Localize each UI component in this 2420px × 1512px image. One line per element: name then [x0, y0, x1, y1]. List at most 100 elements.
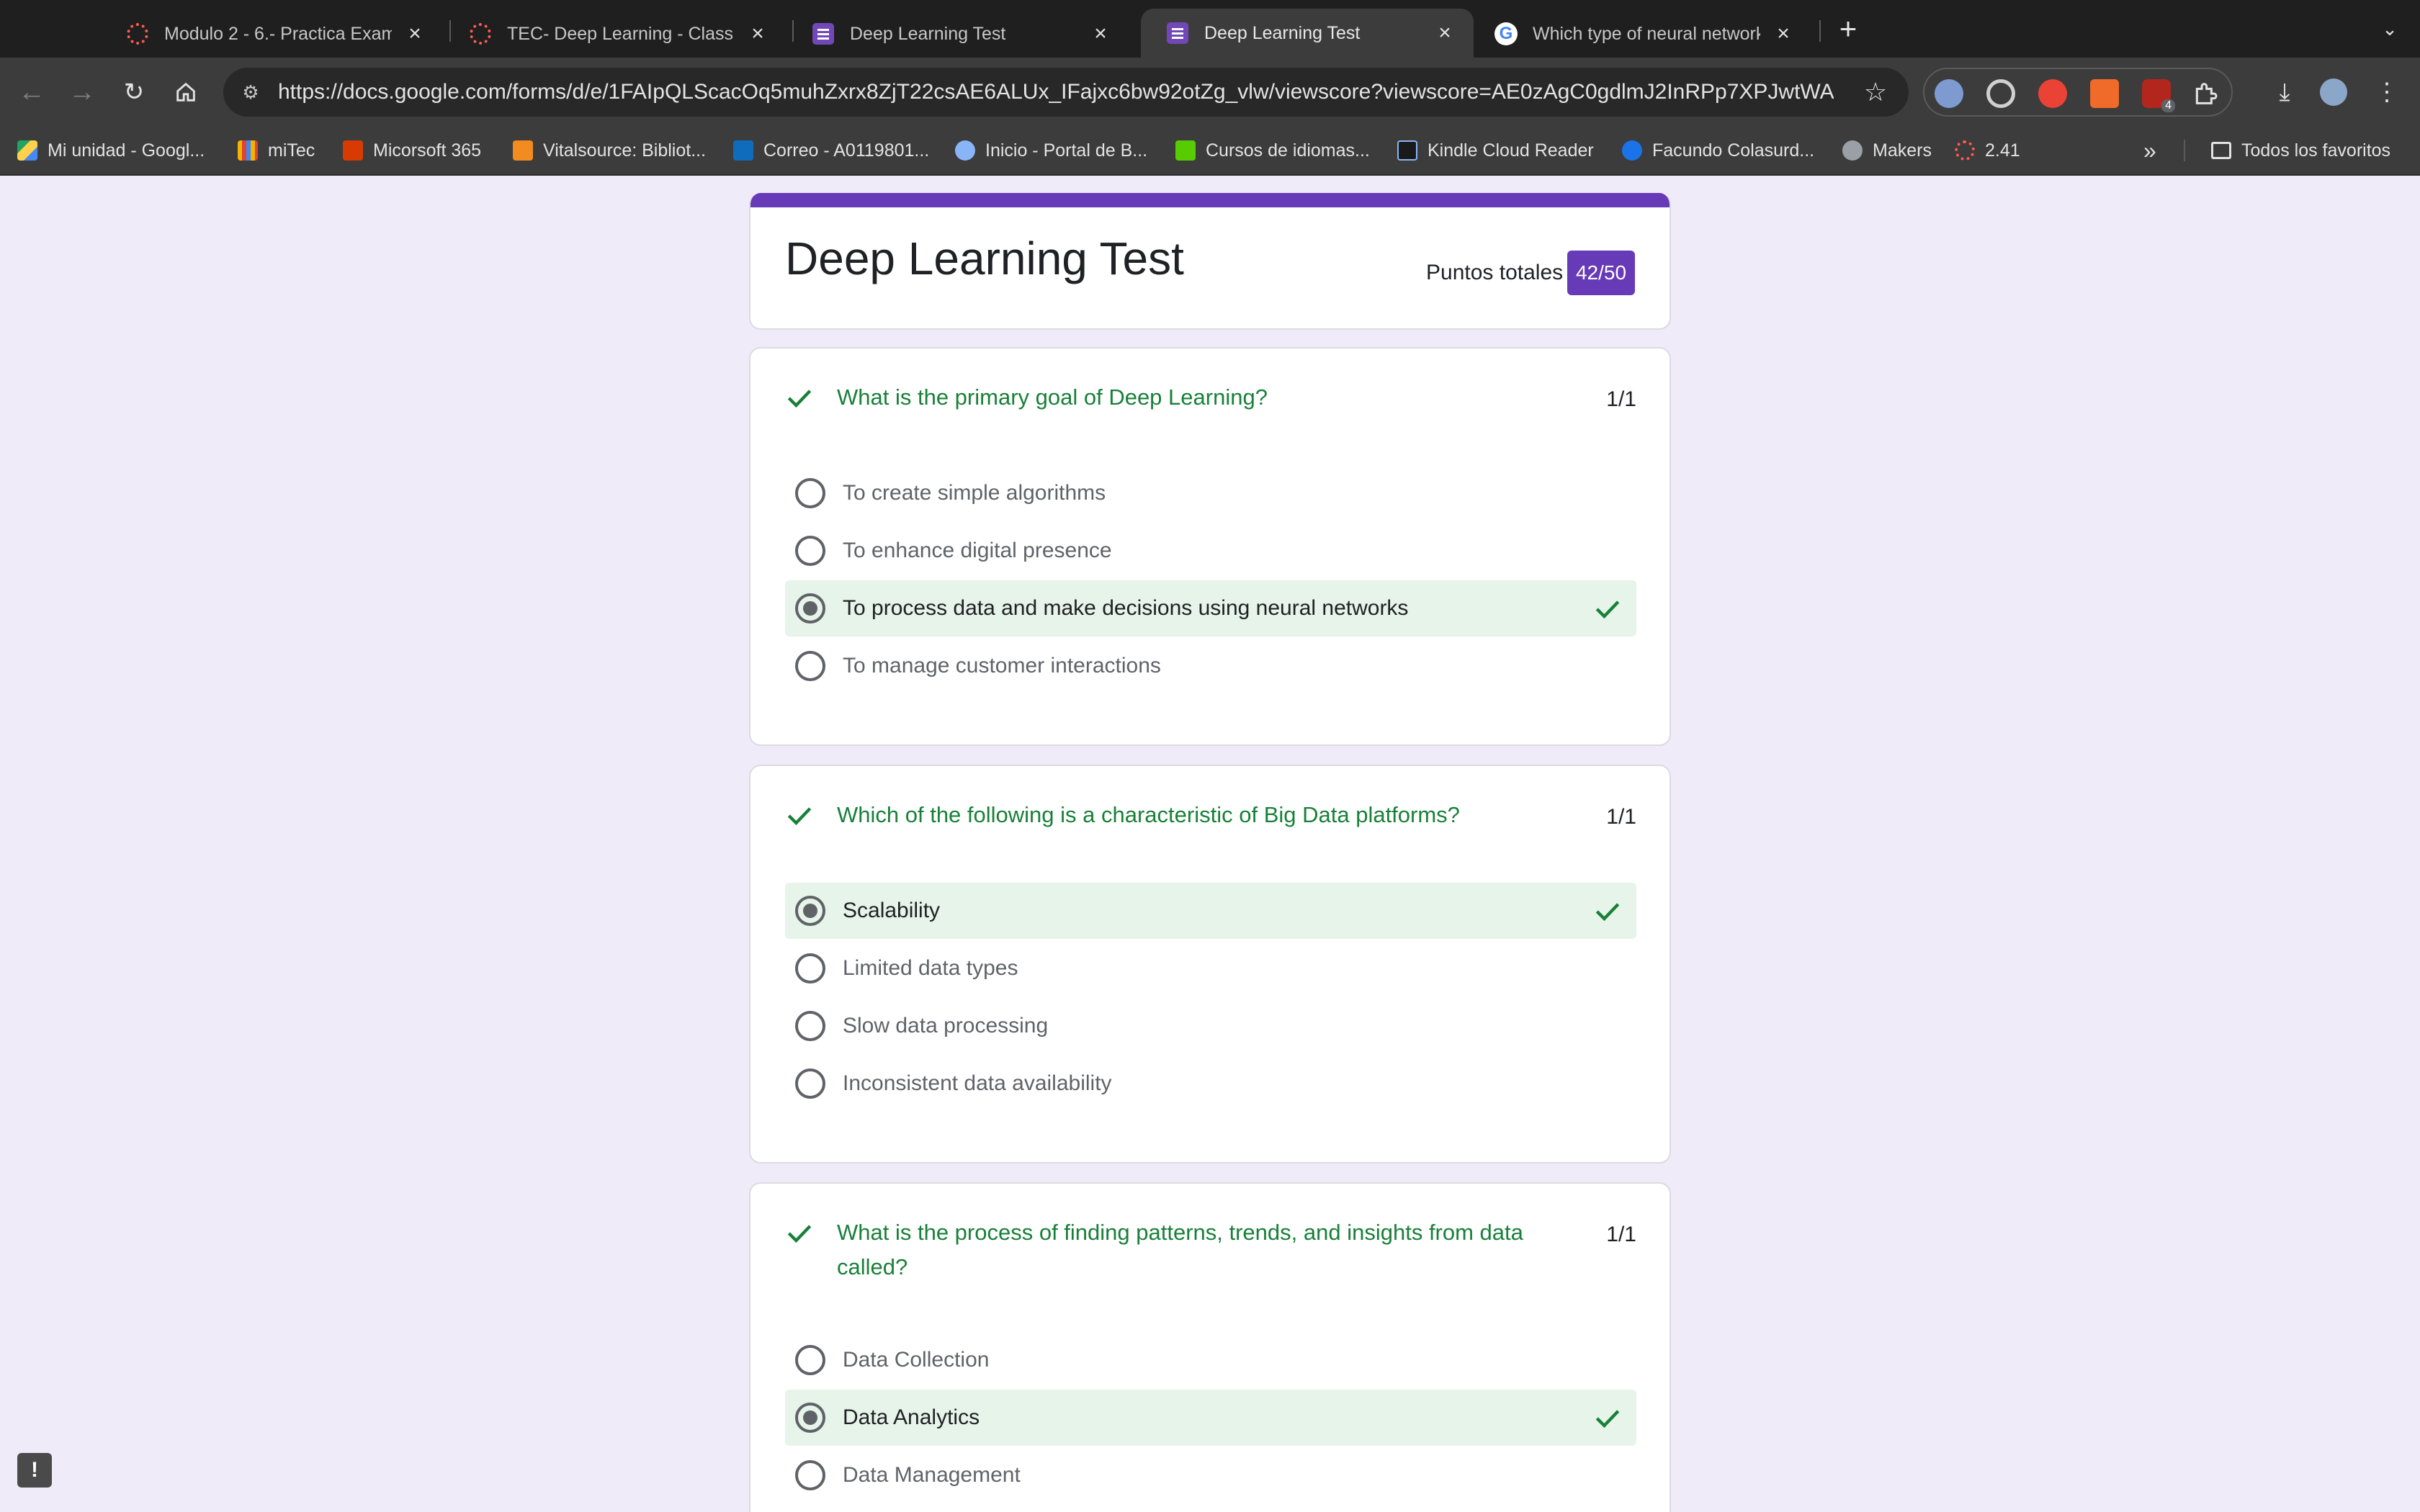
microsoft-365-icon	[343, 140, 363, 161]
answer-option: Inconsistent data availability	[785, 1056, 1636, 1112]
close-tab-icon[interactable]: ×	[1772, 22, 1795, 45]
url-text[interactable]: https://docs.google.com/forms/d/e/1FAIpQ…	[278, 68, 1834, 117]
bookmark-item[interactable]: Cursos de idiomas...	[1175, 127, 1370, 174]
browser-tab-active[interactable]: Deep Learning Test ×	[1141, 9, 1474, 58]
total-points-label: Puntos totales	[1426, 261, 1564, 284]
radio-button-checked	[795, 1403, 825, 1433]
bookmark-item[interactable]: Mi unidad - Googl...	[17, 127, 205, 174]
browser-tab[interactable]: G Which type of neural network ×	[1469, 10, 1812, 58]
browser-tab[interactable]: TEC- Deep Learning - Class 1 ×	[444, 10, 786, 58]
folder-icon	[2211, 142, 2231, 159]
tec-icon	[125, 22, 150, 46]
google-icon: G	[1494, 22, 1518, 46]
brave-shield-icon[interactable]	[2090, 79, 2119, 108]
close-tab-icon[interactable]: ×	[1089, 22, 1112, 45]
home-icon	[176, 82, 195, 102]
outlook-icon	[733, 140, 753, 161]
bookmark-item[interactable]: Inicio - Portal de B...	[955, 127, 1147, 174]
site-info-icon[interactable]: ⚙	[236, 78, 265, 107]
tab-separator	[1819, 20, 1821, 42]
bookmark-label: 2.41	[1985, 140, 2020, 161]
form-header-card: Deep Learning Test Puntos totales 42/50	[749, 193, 1671, 330]
correct-check-icon	[787, 390, 812, 408]
extensions-group: 4	[1923, 68, 2233, 117]
more-bookmarks-button[interactable]: »	[2143, 127, 2156, 174]
answer-option: To enhance digital presence	[785, 523, 1636, 579]
download-icon[interactable]: ⤓	[2266, 73, 2303, 111]
close-tab-icon[interactable]: ×	[746, 22, 769, 45]
google-forms-icon	[811, 22, 835, 46]
new-tab-button[interactable]: +	[1832, 13, 1864, 45]
duolingo-icon	[1175, 140, 1196, 161]
bookmark-item[interactable]: Kindle Cloud Reader	[1397, 127, 1594, 174]
bookmark-label: Correo - A0119801...	[763, 140, 930, 161]
back-button[interactable]: ←	[13, 73, 50, 111]
question-title: What is the process of finding patterns,…	[837, 1220, 1523, 1279]
extension-badge: 4	[2161, 99, 2175, 112]
bookmark-label: Mi unidad - Googl...	[48, 140, 205, 161]
radio-button	[795, 1068, 825, 1099]
tab-title: Modulo 2 - 6.- Practica Exam	[164, 23, 392, 44]
bookmark-label: Vitalsource: Bibliot...	[543, 140, 707, 161]
report-feedback-icon[interactable]: !	[17, 1453, 52, 1488]
question-card: Which of the following is a characterist…	[749, 765, 1671, 1164]
form-page: Deep Learning Test Puntos totales 42/50 …	[0, 176, 2420, 1512]
bookmark-item[interactable]: Vitalsource: Bibliot...	[513, 127, 706, 174]
extensions-puzzle-icon[interactable]	[2191, 79, 2220, 108]
all-bookmarks-button[interactable]: Todos los favoritos	[2211, 127, 2390, 174]
radio-button	[795, 651, 825, 681]
reload-button[interactable]: ↻	[115, 73, 153, 111]
bookmark-label: Inicio - Portal de B...	[985, 140, 1148, 161]
answer-option-selected: To process data and make decisions using…	[785, 580, 1636, 636]
bookmark-label: Todos los favoritos	[2241, 140, 2391, 161]
profile-avatar[interactable]	[2315, 73, 2352, 111]
option-label: Scalability	[843, 899, 941, 922]
option-label: Inconsistent data availability	[843, 1071, 1112, 1095]
radio-button-checked	[795, 896, 825, 926]
bookmarks-bar: Mi unidad - Googl... miTec Micorsoft 365…	[0, 127, 2420, 176]
question-points: 1/1	[1606, 387, 1636, 411]
extension-ublock-icon[interactable]: 4	[2142, 79, 2175, 112]
option-label: To create simple algorithms	[843, 481, 1106, 505]
home-button[interactable]	[167, 73, 205, 111]
bookmark-item[interactable]: Facundo Colasurd...	[1622, 127, 1814, 174]
question-points: 1/1	[1606, 805, 1636, 829]
extension-hand-icon[interactable]	[2038, 79, 2067, 108]
bookmark-item[interactable]: Makers	[1842, 127, 1932, 174]
menu-kebab-icon[interactable]: ⋮	[2368, 73, 2406, 111]
close-tab-icon[interactable]: ×	[403, 22, 426, 45]
bookmark-item[interactable]: Micorsoft 365	[343, 127, 481, 174]
question-card: What is the process of finding patterns,…	[749, 1182, 1671, 1512]
address-bar[interactable]: ⚙ https://docs.google.com/forms/d/e/1FAI…	[223, 68, 1909, 117]
question-card: What is the primary goal of Deep Learnin…	[749, 347, 1671, 746]
browser-tab[interactable]: Modulo 2 - 6.- Practica Exam ×	[101, 10, 444, 58]
form-title: Deep Learning Test	[785, 233, 1184, 284]
correct-check-icon	[787, 1225, 812, 1243]
question-title: What is the primary goal of Deep Learnin…	[837, 384, 1268, 410]
bookmark-label: Kindle Cloud Reader	[1428, 140, 1594, 161]
radio-button	[795, 953, 825, 984]
tab-title: Deep Learning Test	[1204, 22, 1361, 43]
tab-search-chevron-icon[interactable]: ⌄	[2375, 14, 2404, 43]
radio-button	[795, 1011, 825, 1041]
extension-target-icon[interactable]	[1986, 79, 2015, 108]
tec-icon	[468, 22, 493, 46]
bookmark-item[interactable]: 2.41	[1955, 127, 2020, 174]
bookmark-star-icon[interactable]: ☆	[1860, 76, 1891, 108]
bookmark-item[interactable]: miTec	[238, 127, 315, 174]
option-label: Data Collection	[843, 1348, 990, 1372]
answer-option: Slow data processing	[785, 998, 1636, 1054]
browser-tab[interactable]: Deep Learning Test ×	[786, 10, 1129, 58]
answer-option-selected: Data Analytics	[785, 1390, 1636, 1446]
mitec-icon	[238, 140, 258, 161]
question-title: Which of the following is a characterist…	[837, 802, 1460, 827]
extension-globe-icon[interactable]	[1935, 79, 1963, 108]
bookmark-label: Makers	[1873, 140, 1932, 161]
forward-button[interactable]: →	[63, 73, 101, 111]
c-icon	[1622, 140, 1642, 161]
close-tab-icon[interactable]: ×	[1433, 22, 1456, 45]
option-label: To enhance digital presence	[843, 539, 1112, 562]
bookmark-item[interactable]: Correo - A0119801...	[733, 127, 929, 174]
vitalsource-icon	[513, 140, 533, 161]
correct-check-icon	[1595, 1410, 1620, 1428]
